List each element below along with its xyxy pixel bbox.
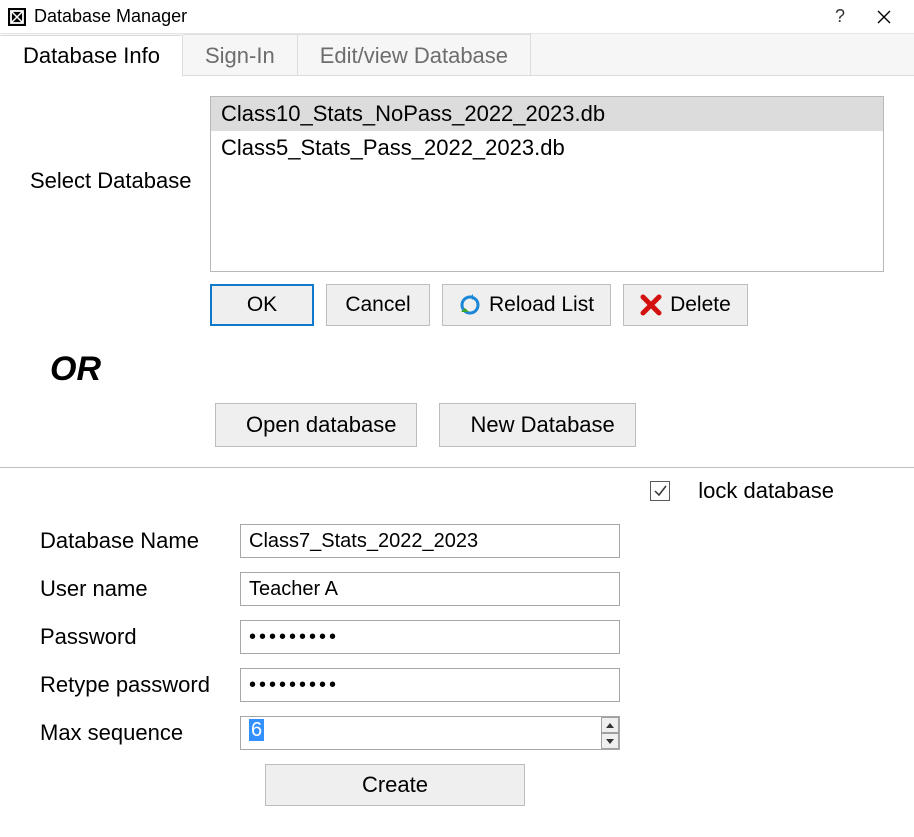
input-max-sequence[interactable]: 6 <box>240 716 620 750</box>
or-label: OR <box>50 350 884 389</box>
window: Database Manager ? Database Info Sign-In… <box>0 0 914 837</box>
tab-edit-view[interactable]: Edit/view Database <box>298 34 531 76</box>
label-max-sequence: Max sequence <box>40 720 240 746</box>
label-user-name: User name <box>40 576 240 602</box>
lock-database-checkbox[interactable] <box>650 481 670 501</box>
delete-label: Delete <box>670 293 731 317</box>
delete-icon <box>640 294 662 316</box>
input-password[interactable] <box>240 620 620 654</box>
select-database-label: Select Database <box>30 96 210 194</box>
titlebar: Database Manager ? <box>0 0 914 34</box>
new-database-label: New Database <box>470 412 614 438</box>
spin-down-button[interactable] <box>601 733 619 749</box>
label-retype-password: Retype password <box>40 672 240 698</box>
reload-list-label: Reload List <box>489 293 594 317</box>
lock-database-label: lock database <box>698 478 834 504</box>
new-database-button[interactable]: New Database <box>439 403 635 447</box>
label-database-name: Database Name <box>40 528 240 554</box>
window-title: Database Manager <box>34 6 818 27</box>
separator <box>0 467 914 468</box>
help-button[interactable]: ? <box>818 2 862 32</box>
input-retype-password[interactable] <box>240 668 620 702</box>
list-item[interactable]: Class5_Stats_Pass_2022_2023.db <box>211 131 883 165</box>
create-db-form: Database Name User name Password Retype … <box>40 524 884 750</box>
cancel-button[interactable]: Cancel <box>326 284 430 326</box>
ok-button[interactable]: OK <box>210 284 314 326</box>
tab-sign-in[interactable]: Sign-In <box>183 34 298 76</box>
create-button[interactable]: Create <box>265 764 525 806</box>
label-password: Password <box>40 624 240 650</box>
close-button[interactable] <box>862 2 906 32</box>
list-item[interactable]: Class10_Stats_NoPass_2022_2023.db <box>211 97 883 131</box>
open-database-label: Open database <box>246 412 396 438</box>
tab-database-info[interactable]: Database Info <box>0 35 183 77</box>
reload-icon <box>459 294 481 316</box>
delete-button[interactable]: Delete <box>623 284 748 326</box>
app-icon <box>8 8 26 26</box>
reload-list-button[interactable]: Reload List <box>442 284 611 326</box>
input-user-name[interactable] <box>240 572 620 606</box>
input-database-name[interactable] <box>240 524 620 558</box>
spin-up-button[interactable] <box>601 717 619 733</box>
tab-body: Select Database Class10_Stats_NoPass_202… <box>0 76 914 806</box>
open-database-button[interactable]: Open database <box>215 403 417 447</box>
database-listbox[interactable]: Class10_Stats_NoPass_2022_2023.db Class5… <box>210 96 884 272</box>
tabstrip: Database Info Sign-In Edit/view Database <box>0 34 914 76</box>
